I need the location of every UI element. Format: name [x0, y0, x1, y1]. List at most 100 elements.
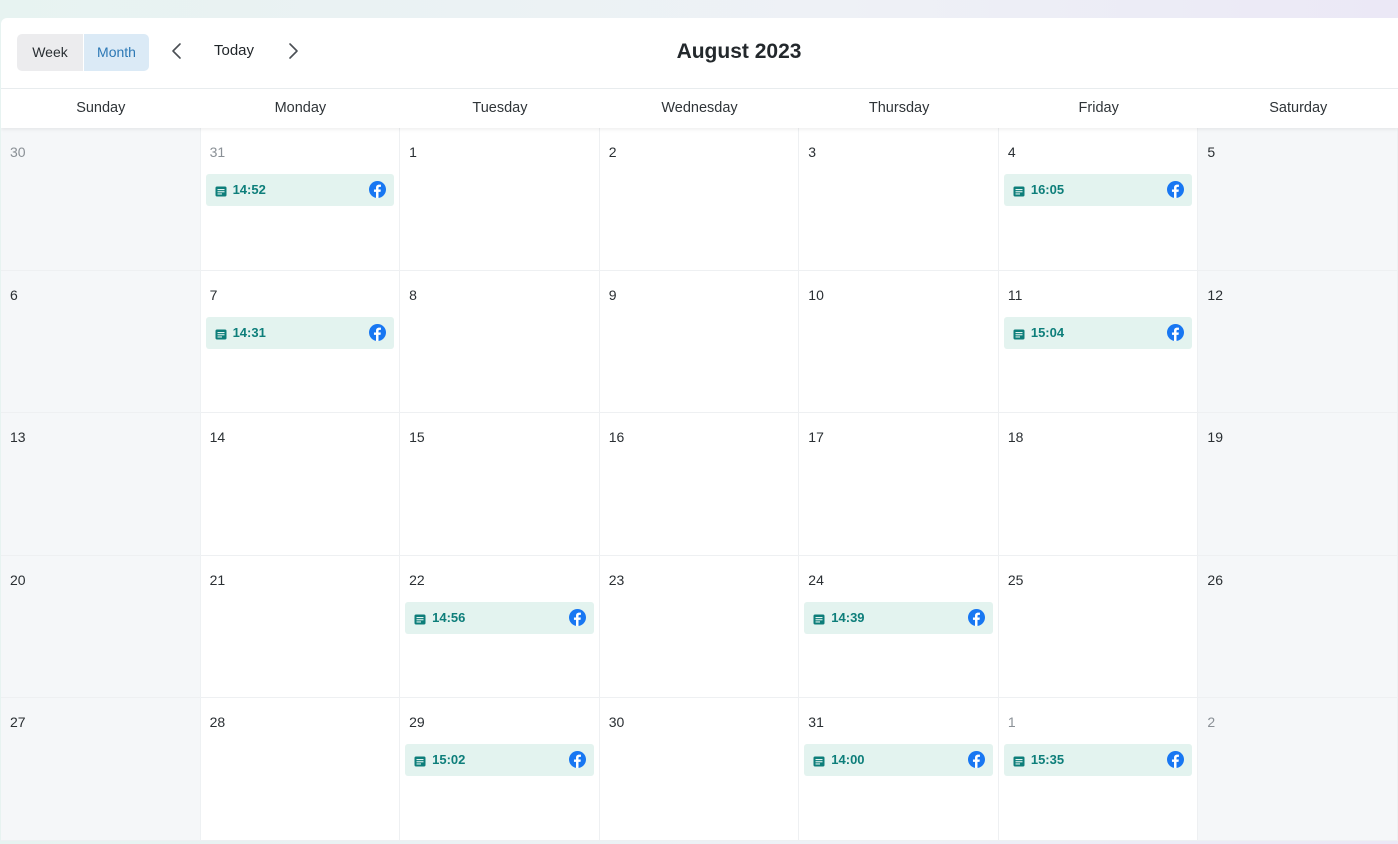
facebook-icon [1167, 323, 1185, 341]
facebook-icon [1167, 751, 1185, 769]
facebook-icon [568, 751, 586, 769]
day-number: 14 [209, 429, 226, 446]
day-number: 5 [1207, 144, 1216, 160]
day-number: 13 [10, 429, 26, 446]
day-cell[interactable]: 4 16:05 [998, 128, 1199, 271]
day-cell[interactable]: 9 [599, 270, 800, 414]
day-number: 7 [209, 286, 218, 303]
calendar-toolbar: Week Month Today August 2023 [1, 18, 1398, 89]
view-toggle: Week Month [17, 34, 149, 71]
weekday-thursday: Thursday [868, 100, 930, 116]
scheduled-post[interactable]: 14:31 [205, 316, 395, 349]
day-cell[interactable]: 1 15:35 [998, 698, 1199, 841]
day-number: 9 [608, 286, 617, 303]
day-cell[interactable]: 2 [599, 128, 800, 271]
day-number: 26 [1207, 571, 1223, 588]
day-cell[interactable]: 8 [400, 270, 600, 414]
document-icon [414, 612, 426, 625]
day-cell[interactable]: 29 15:02 [400, 698, 600, 841]
facebook-icon [369, 181, 387, 198]
today-button[interactable]: Today [201, 42, 267, 59]
month-view-button[interactable]: Month [84, 34, 149, 71]
day-cell[interactable]: 17 [799, 413, 999, 556]
day-cell[interactable]: 21 [200, 555, 401, 699]
day-cell[interactable]: 31 14:00 [799, 698, 999, 841]
chevron-left-icon[interactable] [167, 41, 187, 61]
day-cell[interactable]: 26 [1198, 555, 1398, 699]
day-cell[interactable]: 24 14:39 [799, 555, 999, 699]
document-icon [813, 612, 825, 625]
day-number: 24 [808, 571, 824, 588]
day-number: 8 [409, 286, 417, 303]
day-number: 28 [209, 714, 226, 731]
weekday-sunday: Sunday [76, 100, 126, 116]
document-icon [1013, 754, 1025, 767]
day-number: 21 [209, 571, 226, 588]
day-cell[interactable]: 23 [599, 555, 800, 699]
day-number: 27 [10, 714, 26, 731]
day-cell[interactable]: 20 [1, 555, 201, 699]
scheduled-post[interactable]: 15:35 [1003, 744, 1193, 777]
weekday-saturday: Saturday [1269, 100, 1328, 116]
scheduled-post[interactable]: 14:39 [804, 601, 993, 634]
day-cell[interactable]: 27 [1, 698, 201, 841]
day-cell[interactable]: 14 [200, 413, 401, 556]
day-cell[interactable]: 15 [400, 413, 600, 556]
document-icon [1013, 184, 1025, 197]
day-number: 16 [608, 429, 625, 446]
day-cell[interactable]: 7 14:31 [200, 270, 401, 414]
day-number: 2 [608, 144, 617, 160]
day-number: 23 [608, 571, 625, 588]
day-cell[interactable]: 25 [998, 555, 1199, 699]
day-cell[interactable]: 19 [1198, 413, 1398, 556]
scheduled-post[interactable]: 15:02 [405, 744, 594, 777]
day-cell[interactable]: 30 [599, 698, 800, 841]
day-cell[interactable]: 2 [1198, 698, 1398, 841]
day-cell[interactable]: 3 [799, 128, 999, 271]
day-number: 6 [10, 286, 18, 303]
chevron-right-icon[interactable] [283, 41, 303, 61]
post-time: 14:56 [432, 609, 466, 625]
day-number: 31 [209, 144, 226, 160]
day-number: 4 [1007, 144, 1016, 160]
day-number: 30 [608, 714, 625, 731]
day-number: 12 [1207, 286, 1223, 303]
day-number: 18 [1007, 429, 1024, 446]
post-time: 16:05 [1030, 182, 1065, 197]
facebook-icon [967, 751, 985, 769]
day-cell[interactable]: 11 15:04 [998, 270, 1199, 414]
day-cell[interactable]: 16 [599, 413, 800, 556]
day-cell[interactable]: 12 [1198, 270, 1398, 414]
day-cell[interactable]: 5 [1198, 128, 1398, 271]
post-time: 15:35 [1030, 752, 1065, 768]
day-cell[interactable]: 22 14:56 [400, 555, 600, 699]
scheduled-post[interactable]: 15:04 [1003, 316, 1193, 349]
scheduled-post[interactable]: 14:52 [205, 174, 395, 206]
document-icon [215, 184, 227, 197]
day-number: 10 [808, 286, 824, 303]
day-number: 30 [10, 144, 26, 160]
calendar-panel: Week Month Today August 2023 Sunday Monda… [1, 18, 1398, 841]
day-cell[interactable]: 18 [998, 413, 1199, 556]
day-number: 1 [1007, 714, 1016, 731]
post-time: 14:00 [831, 752, 865, 768]
scheduled-post[interactable]: 16:05 [1003, 174, 1193, 206]
day-number: 31 [808, 714, 824, 731]
facebook-icon [967, 608, 985, 626]
post-time: 14:52 [232, 182, 266, 197]
day-cell[interactable]: 31 14:52 [200, 128, 401, 271]
day-number: 2 [1207, 714, 1216, 731]
scheduled-post[interactable]: 14:00 [804, 744, 993, 777]
scheduled-post[interactable]: 14:56 [405, 601, 594, 634]
day-cell[interactable]: 30 [1, 128, 201, 271]
day-cell[interactable]: 10 [799, 270, 999, 414]
day-cell[interactable]: 28 [200, 698, 401, 841]
day-cell[interactable]: 1 [400, 128, 600, 271]
day-cell[interactable]: 6 [1, 270, 201, 414]
facebook-icon [568, 608, 586, 626]
facebook-icon [369, 323, 387, 341]
day-number: 29 [409, 714, 425, 731]
post-time: 14:39 [831, 609, 865, 625]
day-cell[interactable]: 13 [1, 413, 201, 556]
week-view-button[interactable]: Week [17, 34, 83, 71]
